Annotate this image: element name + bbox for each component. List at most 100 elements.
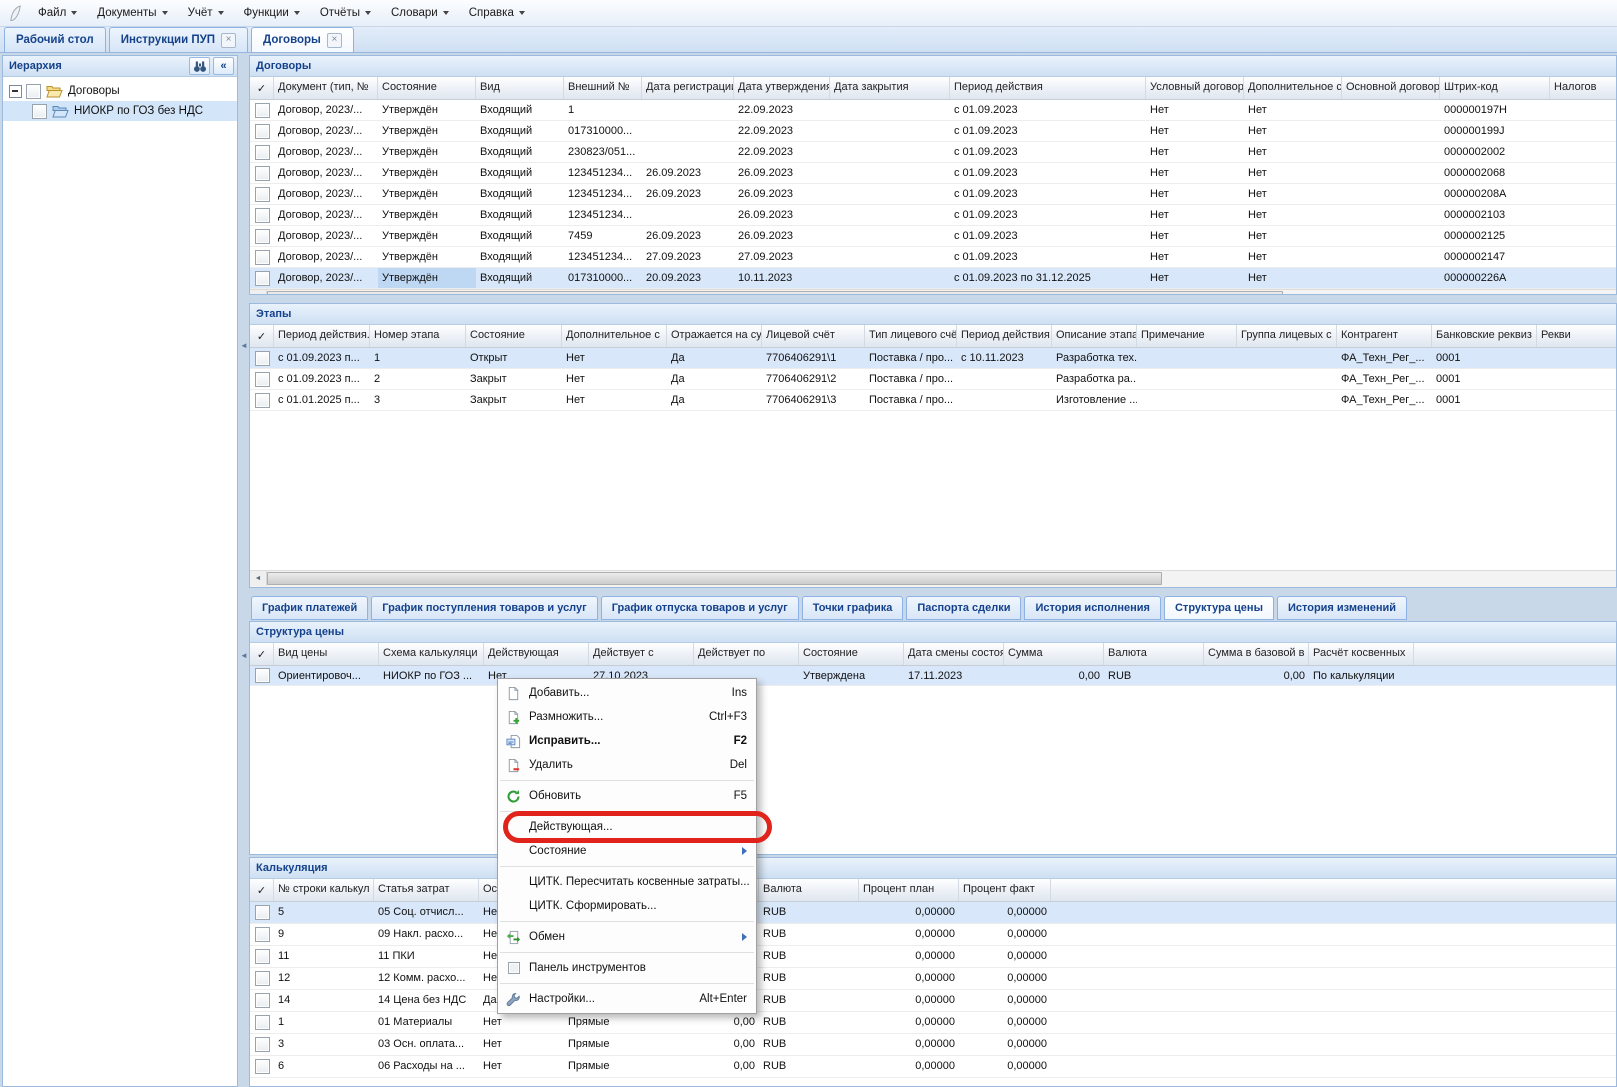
column-header[interactable]: Условный договор: [1146, 77, 1244, 99]
table-cell[interactable]: 26.09.2023: [734, 226, 830, 246]
table-cell[interactable]: Нет: [1146, 163, 1244, 183]
horizontal-scrollbar[interactable]: ◄: [250, 289, 1616, 295]
context-menu-item[interactable]: ОбновитьF5: [498, 784, 756, 808]
table-cell[interactable]: 6: [274, 1056, 374, 1077]
table-cell[interactable]: 1: [564, 100, 642, 120]
scrollbar-left-arrow-icon[interactable]: ◄: [250, 290, 267, 295]
table-cell[interactable]: 2: [370, 369, 466, 389]
column-header[interactable]: Основной договор: [1342, 77, 1440, 99]
row-select-cell[interactable]: [250, 924, 274, 945]
table-cell[interactable]: Нет: [1146, 226, 1244, 246]
table-cell[interactable]: 3: [370, 390, 466, 410]
table-cell[interactable]: 26.09.2023: [734, 184, 830, 204]
table-cell[interactable]: с 01.09.2023 по 31.12.2025: [950, 268, 1146, 288]
table-cell[interactable]: Нет: [1146, 184, 1244, 204]
table-cell[interactable]: Входящий: [476, 205, 564, 225]
row-checkbox[interactable]: [255, 124, 270, 139]
table-cell[interactable]: ФА_Техн_Рег_...: [1337, 390, 1432, 410]
table-cell[interactable]: [1550, 100, 1617, 120]
table-cell[interactable]: Нет: [1244, 184, 1342, 204]
table-cell[interactable]: Утверждён: [378, 100, 476, 120]
table-row[interactable]: Договор, 2023/...УтверждёнВходящий123451…: [250, 205, 1616, 226]
table-cell[interactable]: 3: [274, 1034, 374, 1055]
row-select-cell[interactable]: [250, 184, 274, 204]
table-cell[interactable]: 017310000...: [564, 268, 642, 288]
table-cell[interactable]: Закрыт: [466, 390, 562, 410]
table-row[interactable]: 505 Соц. отчисл...НетRUB0,000000,00000: [250, 902, 1616, 924]
column-header[interactable]: Период действия л: [957, 325, 1052, 347]
row-select-cell[interactable]: [250, 1034, 274, 1055]
menubar-item[interactable]: Отчёты: [310, 0, 381, 26]
row-select-cell[interactable]: [250, 990, 274, 1011]
table-cell[interactable]: Нет: [1146, 121, 1244, 141]
column-header[interactable]: Вид цены: [274, 643, 379, 665]
tree-expander-icon[interactable]: [9, 85, 22, 98]
row-checkbox[interactable]: [255, 145, 270, 160]
table-cell[interactable]: Да: [667, 369, 762, 389]
table-cell[interactable]: 0001: [1432, 390, 1537, 410]
panel-splitter[interactable]: [238, 55, 249, 1087]
horizontal-scrollbar[interactable]: ◄: [250, 570, 1616, 587]
table-cell[interactable]: 123451234...: [564, 247, 642, 267]
table-cell[interactable]: с 01.09.2023: [950, 121, 1146, 141]
column-header[interactable]: Процент факт: [959, 879, 1051, 901]
document-tab[interactable]: Договоры×: [251, 27, 354, 52]
scrollbar-thumb[interactable]: [267, 291, 1283, 295]
table-cell[interactable]: 0,00000: [959, 946, 1051, 967]
table-cell[interactable]: с 01.09.2023 п...: [274, 348, 370, 368]
row-select-cell[interactable]: [250, 348, 274, 368]
table-cell[interactable]: 27.09.2023: [642, 247, 734, 267]
table-cell[interactable]: с 01.09.2023: [950, 100, 1146, 120]
table-cell[interactable]: Да: [667, 348, 762, 368]
table-cell[interactable]: 11: [274, 946, 374, 967]
context-menu-item[interactable]: ЦИТК. Сформировать...: [498, 894, 756, 918]
context-menu-item[interactable]: Панель инструментов: [498, 956, 756, 980]
detail-tab[interactable]: История изменений: [1277, 596, 1407, 620]
table-cell[interactable]: 22.09.2023: [734, 100, 830, 120]
table-cell[interactable]: 26.09.2023: [642, 184, 734, 204]
table-cell[interactable]: 7706406291\1: [762, 348, 865, 368]
table-cell[interactable]: Договор, 2023/...: [274, 205, 378, 225]
table-row[interactable]: с 01.09.2023 п...2ЗакрытНетДа7706406291\…: [250, 369, 1616, 390]
row-select-cell[interactable]: [250, 268, 274, 288]
table-cell[interactable]: [1342, 268, 1440, 288]
table-cell[interactable]: 0000002002: [1440, 142, 1550, 162]
table-cell[interactable]: Входящий: [476, 142, 564, 162]
table-cell[interactable]: [957, 390, 1052, 410]
column-header[interactable]: Валюта: [1104, 643, 1204, 665]
table-cell[interactable]: ФА_Техн_Рег_...: [1337, 369, 1432, 389]
table-cell[interactable]: RUB: [759, 924, 859, 945]
column-header[interactable]: Отражается на су: [667, 325, 762, 347]
table-cell[interactable]: [1342, 184, 1440, 204]
table-cell[interactable]: с 01.09.2023: [950, 247, 1146, 267]
table-row[interactable]: Договор, 2023/...УтверждёнВходящий123451…: [250, 247, 1616, 268]
table-cell[interactable]: Разработка ра...: [1052, 369, 1137, 389]
context-menu-item[interactable]: Исправить...F2: [498, 729, 756, 753]
table-cell[interactable]: Открыт: [466, 348, 562, 368]
table-cell[interactable]: [1550, 163, 1617, 183]
table-cell[interactable]: 0001: [1432, 369, 1537, 389]
table-cell[interactable]: Утверждён: [378, 205, 476, 225]
table-cell[interactable]: с 10.11.2023: [957, 348, 1052, 368]
table-cell[interactable]: Нет: [1244, 268, 1342, 288]
table-cell[interactable]: 7459: [564, 226, 642, 246]
row-select-cell[interactable]: [250, 100, 274, 120]
table-cell[interactable]: [830, 121, 950, 141]
table-cell[interactable]: 0,00000: [859, 946, 959, 967]
table-cell[interactable]: Утверждён: [378, 121, 476, 141]
column-header[interactable]: Штрих-код: [1440, 77, 1550, 99]
table-cell[interactable]: RUB: [759, 1034, 859, 1055]
column-header[interactable]: № строки калькул: [274, 879, 374, 901]
column-header[interactable]: Контрагент: [1337, 325, 1432, 347]
table-cell[interactable]: 22.09.2023: [734, 142, 830, 162]
table-cell[interactable]: [1550, 121, 1617, 141]
row-select-cell[interactable]: [250, 666, 274, 685]
table-cell[interactable]: 230823/051...: [564, 142, 642, 162]
column-header[interactable]: Состояние: [466, 325, 562, 347]
table-cell[interactable]: Поставка / про...: [865, 390, 957, 410]
column-header[interactable]: Действующая: [484, 643, 589, 665]
node-checkbox[interactable]: [32, 104, 47, 119]
column-header[interactable]: Банковские реквиз: [1432, 325, 1537, 347]
select-all-header[interactable]: ✓: [250, 77, 274, 99]
table-cell[interactable]: Нет: [1244, 142, 1342, 162]
